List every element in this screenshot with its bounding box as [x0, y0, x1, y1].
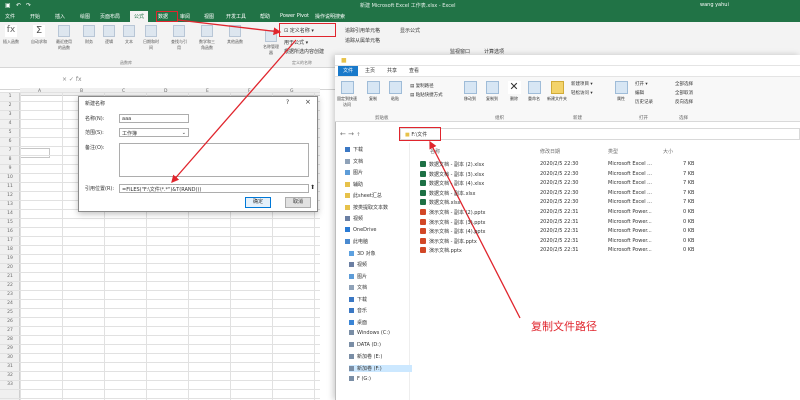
file-row[interactable]: 数据文档.xlsx 2020/2/5 22:30 Microsoft Excel .…	[420, 198, 710, 207]
file-size: 7 KB	[683, 161, 695, 167]
powerpoint-file-icon	[420, 218, 426, 225]
file-size: 7 KB	[683, 170, 695, 177]
file-type: Microsoft Power...	[608, 247, 652, 254]
file-size: 0 KB	[683, 247, 695, 254]
excel-file-icon	[420, 170, 426, 177]
file-type: Microsoft Excel ...	[608, 170, 652, 177]
file-type: Microsoft Power...	[608, 237, 652, 244]
file-size: 0 KB	[683, 228, 695, 235]
file-row[interactable]: 演示文档 - 副本 (4).pptx 2020/2/5 22:31 Microsof…	[420, 227, 710, 236]
file-size: 0 KB	[683, 237, 695, 244]
file-name: 演示文档 - 副本 (4).pptx	[429, 229, 486, 236]
excel-file-icon	[420, 199, 426, 206]
file-name: 数据文档.xlsx	[429, 200, 461, 207]
file-date: 2020/2/5 22:30	[540, 170, 579, 177]
excel-file-icon	[420, 161, 426, 167]
powerpoint-file-icon	[420, 228, 426, 235]
file-row[interactable]: 数据文档 - 副本 (3).xlsx 2020/2/5 22:30 Microsof…	[420, 170, 710, 179]
file-date: 2020/2/5 22:30	[540, 180, 579, 187]
file-name: 数据文档 - 副本 (2).xlsx	[429, 162, 485, 168]
file-date: 2020/2/5 22:31	[540, 228, 579, 235]
file-type: Microsoft Power...	[608, 228, 652, 235]
file-type: Microsoft Excel ...	[608, 180, 652, 187]
file-date: 2020/2/5 22:30	[540, 199, 579, 206]
file-size: 0 KB	[683, 218, 695, 225]
file-name: 数据文档 - 副本 (4).xlsx	[429, 181, 485, 188]
file-type: Microsoft Excel ...	[608, 161, 652, 167]
arrow-tab-to-define	[177, 19, 282, 36]
powerpoint-file-icon	[420, 209, 426, 215]
file-row[interactable]: 数据文档 - 副本 (4).xlsx 2020/2/5 22:30 Microsof…	[420, 179, 710, 188]
file-size: 7 KB	[683, 199, 695, 206]
file-row[interactable]: 演示文档 - 副本.pptx 2020/2/5 22:31 Microsoft Po…	[420, 237, 710, 246]
file-row[interactable]: 演示文档 - 副本 (3).pptx 2020/2/5 22:31 Microsof…	[420, 218, 710, 227]
excel-file-icon	[420, 189, 426, 196]
file-type: Microsoft Power...	[608, 209, 652, 215]
file-row[interactable]: 演示文档 - 副本 (2).pptx 2020/2/5 22:31 Microsof…	[420, 208, 710, 217]
file-date: 2020/2/5 22:30	[540, 189, 579, 196]
file-name: 数据文档 - 副本 (3).xlsx	[429, 171, 485, 178]
file-date: 2020/2/5 22:31	[540, 237, 579, 244]
powerpoint-file-icon	[420, 237, 426, 244]
file-size: 7 KB	[683, 180, 695, 187]
file-name: 演示文档 - 副本.pptx	[429, 238, 477, 245]
file-date: 2020/2/5 22:31	[540, 247, 579, 254]
excel-file-icon	[420, 180, 426, 187]
file-row[interactable]: 数据文档 - 副本.xlsx 2020/2/5 22:30 Microsoft Ex…	[420, 189, 710, 198]
file-row[interactable]: 演示文档.pptx 2020/2/5 22:31 Microsoft Power..…	[420, 246, 710, 255]
file-size: 7 KB	[683, 189, 695, 196]
file-date: 2020/2/5 22:31	[540, 218, 579, 225]
file-row[interactable]: 数据文档 - 副本 (2).xlsx 2020/2/5 22:30 Microsof…	[420, 160, 710, 169]
powerpoint-file-icon	[420, 247, 426, 254]
file-name: 数据文档 - 副本.xlsx	[429, 190, 476, 197]
file-name: 演示文档 - 副本 (2).pptx	[429, 210, 486, 216]
file-name: 演示文档 - 副本 (3).pptx	[429, 219, 486, 226]
file-size: 0 KB	[683, 209, 695, 215]
file-type: Microsoft Power...	[608, 218, 652, 225]
file-type: Microsoft Excel ...	[608, 189, 652, 196]
arrow-define-to-ref	[171, 39, 297, 183]
file-name: 演示文档.pptx	[429, 248, 462, 255]
file-type: Microsoft Excel ...	[608, 199, 652, 206]
file-date: 2020/2/5 22:30	[540, 161, 579, 167]
file-date: 2020/2/5 22:31	[540, 209, 579, 215]
